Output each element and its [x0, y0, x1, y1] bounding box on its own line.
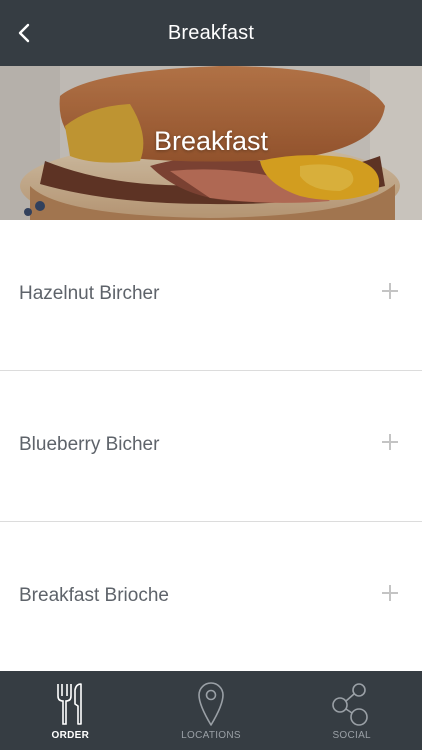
menu-list: Hazelnut Bircher Blueberry Bicher Breakf… — [0, 220, 422, 673]
location-pin-icon — [197, 681, 225, 727]
share-icon — [331, 681, 373, 727]
tab-label: ORDER — [51, 730, 90, 741]
menu-item-breakfast-brioche[interactable]: Breakfast Brioche — [0, 522, 422, 673]
tab-label: SOCIAL — [332, 730, 371, 741]
menu-item-label: Hazelnut Bircher — [19, 283, 160, 304]
tab-social[interactable]: SOCIAL — [281, 671, 422, 750]
hero-title: Breakfast — [153, 126, 269, 156]
plus-icon[interactable] — [382, 434, 398, 450]
page-title: Breakfast — [167, 22, 255, 44]
menu-item-hazelnut-bircher[interactable]: Hazelnut Bircher — [0, 220, 422, 371]
tab-locations[interactable]: LOCATIONS — [141, 671, 282, 750]
navigation-bar: Breakfast — [0, 0, 422, 66]
menu-item-label: Blueberry Bicher — [19, 434, 160, 455]
plus-icon[interactable] — [382, 585, 398, 601]
tab-order[interactable]: ORDER — [0, 671, 141, 750]
menu-item-label: Breakfast Brioche — [19, 585, 169, 606]
fork-knife-icon — [55, 681, 85, 727]
menu-item-blueberry-bicher[interactable]: Blueberry Bicher — [0, 371, 422, 522]
tab-bar: ORDER LOCATIONS SOCIAL — [0, 671, 422, 750]
plus-icon[interactable] — [382, 283, 398, 299]
hero-banner: Breakfast — [0, 66, 422, 220]
tab-label: LOCATIONS — [181, 730, 241, 741]
